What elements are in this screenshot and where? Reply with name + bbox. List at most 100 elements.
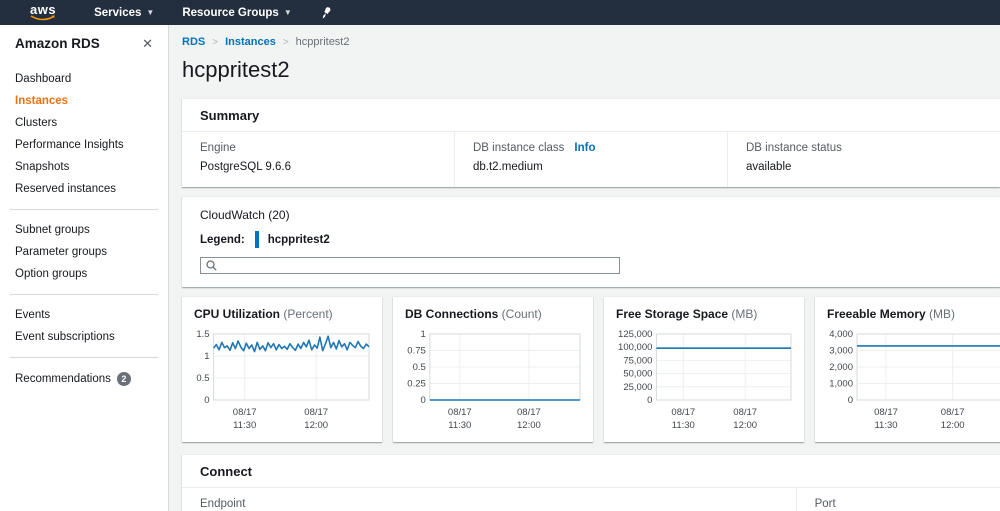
- services-menu[interactable]: Services ▼: [94, 7, 154, 19]
- sidebar-item-label: Recommendations: [15, 373, 111, 385]
- chart-plot-db-connections: 00.250.50.75108/1711:3008/1712:00: [401, 327, 585, 433]
- breadcrumb-item-instances[interactable]: Instances: [225, 36, 276, 48]
- field-label: DB instance class: [473, 142, 564, 154]
- top-navigation-bar: aws Services ▼ Resource Groups ▼: [0, 0, 1000, 25]
- field-label: DB instance status: [746, 142, 842, 154]
- chevron-down-icon: ▼: [284, 8, 292, 17]
- resource-groups-menu[interactable]: Resource Groups ▼: [182, 7, 291, 19]
- info-link[interactable]: Info: [574, 142, 595, 154]
- metric-search-box[interactable]: [200, 257, 620, 274]
- chart-plot-free-storage-space: 025,00050,00075,000100,000125,00008/1711…: [612, 327, 796, 433]
- main-content: RDS>Instances>hcppritest2 hcppritest2 Su…: [169, 25, 1000, 511]
- search-icon: [206, 260, 217, 271]
- svg-text:0.75: 0.75: [407, 346, 426, 357]
- legend-instance-name: hcppritest2: [268, 234, 330, 246]
- sidebar-item-event-subscriptions[interactable]: Event subscriptions: [0, 326, 168, 348]
- field-value: PostgreSQL 9.6.6: [200, 161, 436, 173]
- sidebar: Amazon RDS ✕ Dashboard Instances Clusters P…: [0, 25, 169, 511]
- cloudwatch-card: CloudWatch (20) Legend: hcppritest2: [182, 196, 1000, 287]
- connect-card: Connect Endpointhcppritest2.cqjjbn3nh1yi…: [182, 454, 1000, 511]
- aws-logo-text: aws: [30, 4, 56, 15]
- cloudwatch-charts-row: CPU Utilization (Percent)00.511.508/1711…: [182, 296, 1000, 442]
- sidebar-item-performance-insights[interactable]: Performance Insights: [0, 134, 168, 156]
- svg-text:11:30: 11:30: [672, 420, 695, 431]
- sidebar-item-label: Parameter groups: [15, 246, 107, 258]
- sidebar-item-snapshots[interactable]: Snapshots: [0, 156, 168, 178]
- svg-text:08/17: 08/17: [517, 407, 541, 418]
- sidebar-item-parameter-groups[interactable]: Parameter groups: [0, 241, 168, 263]
- chart-title: DB Connections (Count): [401, 307, 585, 321]
- chart-plot-freeable-memory: 01,0002,0003,0004,00008/1711:3008/1712:0…: [823, 327, 1000, 433]
- sidebar-item-label: Dashboard: [15, 73, 71, 85]
- resource-groups-menu-label: Resource Groups: [182, 7, 279, 19]
- sidebar-item-subnet-groups[interactable]: Subnet groups: [0, 219, 168, 241]
- svg-text:11:30: 11:30: [874, 420, 897, 431]
- svg-text:0: 0: [848, 395, 853, 406]
- sidebar-item-option-groups[interactable]: Option groups: [0, 263, 168, 285]
- recommendations-count-badge: 2: [117, 372, 131, 386]
- svg-text:125,000: 125,000: [618, 329, 652, 340]
- svg-text:0.25: 0.25: [407, 379, 426, 390]
- svg-text:11:30: 11:30: [233, 420, 256, 431]
- sidebar-item-label: Instances: [15, 95, 68, 107]
- field-db-instance-class: DB instance class Info db.t2.medium: [455, 132, 728, 187]
- chart-card-cpu-utilization[interactable]: CPU Utilization (Percent)00.511.508/1711…: [182, 296, 382, 442]
- svg-text:08/17: 08/17: [733, 407, 757, 418]
- svg-text:08/17: 08/17: [304, 407, 328, 418]
- field-value: available: [746, 161, 982, 173]
- pushpin-icon[interactable]: [320, 6, 332, 20]
- close-icon[interactable]: ✕: [142, 37, 153, 50]
- connect-header: Connect: [200, 464, 252, 479]
- chart-title: Free Storage Space (MB): [612, 307, 796, 321]
- summary-header: Summary: [200, 108, 259, 123]
- field-value: db.t2.medium: [473, 161, 709, 173]
- metric-search-input[interactable]: [217, 259, 614, 272]
- cloudwatch-count: (20): [268, 208, 289, 222]
- chevron-down-icon: ▼: [146, 8, 154, 17]
- svg-text:08/17: 08/17: [448, 407, 472, 418]
- svg-text:12:00: 12:00: [941, 420, 965, 431]
- svg-text:12:00: 12:00: [733, 420, 757, 431]
- field-label: Port: [815, 498, 836, 510]
- sidebar-title: Amazon RDS: [15, 36, 100, 51]
- summary-card: Summary Engine PostgreSQL 9.6.6 DB instanc…: [182, 98, 1000, 187]
- svg-text:4,000: 4,000: [829, 329, 853, 340]
- chart-plot-cpu-utilization: 00.511.508/1711:3008/1712:00: [190, 327, 374, 433]
- svg-text:12:00: 12:00: [304, 420, 328, 431]
- sidebar-item-dashboard[interactable]: Dashboard: [0, 68, 168, 90]
- field-label: Engine: [200, 142, 236, 154]
- svg-text:1: 1: [421, 329, 426, 340]
- sidebar-item-instances[interactable]: Instances: [0, 90, 168, 112]
- svg-text:0: 0: [647, 395, 652, 406]
- svg-text:08/17: 08/17: [941, 407, 965, 418]
- svg-text:0: 0: [421, 395, 426, 406]
- svg-text:11:30: 11:30: [448, 420, 471, 431]
- sidebar-item-label: Clusters: [15, 117, 57, 129]
- chart-card-free-storage-space[interactable]: Free Storage Space (MB)025,00050,00075,0…: [604, 296, 804, 442]
- field-endpoint: Endpointhcppritest2.cqjjbn3nh1yi.eu-west…: [182, 488, 797, 511]
- svg-text:1,000: 1,000: [829, 379, 853, 390]
- svg-text:08/17: 08/17: [233, 407, 257, 418]
- svg-text:25,000: 25,000: [623, 382, 652, 393]
- sidebar-item-label: Snapshots: [15, 161, 69, 173]
- sidebar-item-label: Events: [15, 309, 50, 321]
- svg-text:08/17: 08/17: [671, 407, 695, 418]
- sidebar-item-reserved-instances[interactable]: Reserved instances: [0, 178, 168, 200]
- svg-text:0.5: 0.5: [413, 362, 426, 373]
- breadcrumb-item-rds[interactable]: RDS: [182, 36, 205, 48]
- sidebar-divider: [10, 294, 158, 295]
- chart-card-db-connections[interactable]: DB Connections (Count) 0 0.25 0.5 0.75 1 08/17…: [393, 296, 593, 442]
- aws-logo[interactable]: aws: [30, 4, 56, 21]
- aws-smile-icon: [30, 15, 56, 21]
- chart-card-freeable-memory[interactable]: Freeable Memory (MB)01,0002,0003,0004,00…: [815, 296, 1000, 442]
- field-port: Port5432: [797, 488, 1000, 511]
- sidebar-item-recommendations[interactable]: Recommendations 2: [0, 367, 168, 391]
- field-engine: Engine PostgreSQL 9.6.6: [182, 132, 455, 187]
- sidebar-item-clusters[interactable]: Clusters: [0, 112, 168, 134]
- sidebar-item-events[interactable]: Events: [0, 304, 168, 326]
- breadcrumb: RDS>Instances>hcppritest2: [182, 36, 1000, 48]
- sidebar-item-label: Subnet groups: [15, 224, 90, 236]
- sidebar-item-label: Reserved instances: [15, 183, 116, 195]
- svg-text:1: 1: [204, 351, 209, 362]
- sidebar-divider: [10, 209, 158, 210]
